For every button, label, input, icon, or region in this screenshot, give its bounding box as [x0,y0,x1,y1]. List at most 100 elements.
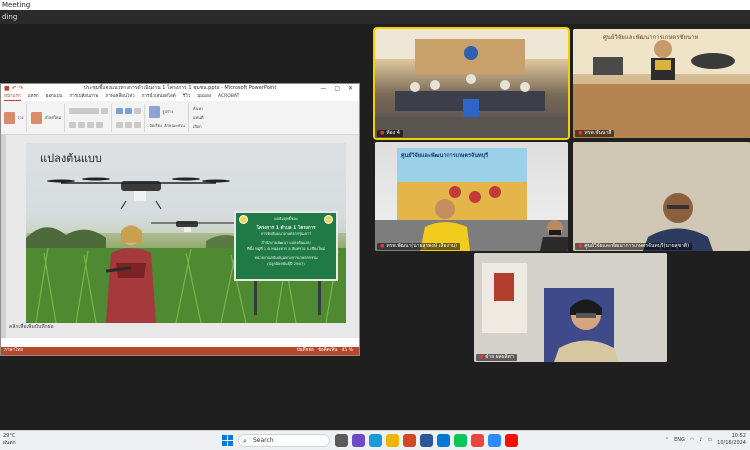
ppt-titlebar: ■ ↶ ↷ ประชุมชี้แจงแนวทางการดำเนินงาน 1 โ… [1,84,359,93]
current-slide[interactable]: แปลงต้นแบบ ผลสัมฤทธิ์ของ โครงการ 1 ตำบล … [26,143,346,323]
ppt-zoom-level[interactable]: 45 % [342,348,353,353]
taskbar-search-box[interactable]: ⌕ Search [238,434,330,447]
arrange-label[interactable]: จัดเรียง [149,122,162,129]
slide-thumbnail-pane[interactable] [1,135,6,338]
bullets-icon[interactable] [116,107,124,114]
tile3-banner-text: ศูนย์วิจัยและพัฒนาการเกษตรจันทบุรี [401,153,489,159]
office-video [573,29,750,138]
volume-icon[interactable]: ♪ [699,437,702,443]
tile2-sign-text: ศูนย์วิจัยและพัฒนาการเกษตรชัยนาท [603,34,699,41]
video-tile-3[interactable]: ศูนย์วิจัยและพัฒนาการเกษตรจันทบุรี ● ทรพ.… [375,142,568,251]
search-placeholder: Search [253,437,274,444]
zoom-icon[interactable] [488,434,501,447]
line-icon[interactable] [454,434,467,447]
font-name-select[interactable] [69,107,100,114]
ppt-tab-review[interactable]: รีวิว [183,93,190,101]
align-center-icon[interactable] [125,121,133,128]
ribbon-paragraph-group [116,103,146,132]
font-size-select[interactable] [101,107,109,114]
weather-widget[interactable]: 29°C ฝนตก [3,433,16,447]
card-title: โครงการ 1 ตำบล 1 โครงการ [256,226,316,231]
bold-icon[interactable] [69,121,77,128]
ppt-status-bar: ภาษาไทย บันทึกย่อ ข้อคิดเห็น 45 % [1,347,359,355]
windows-taskbar: 29°C ฝนตก ⌕ Search ⌃ ENG ◠ ♪ ▭ 10:52 10/… [0,430,750,450]
indent-icon[interactable] [134,107,142,114]
video-tile-2[interactable]: ศูนย์วิจัยและพัฒนาการเกษตรชัยนาท ● ทรพ.ชั… [573,29,750,138]
acrobat-icon[interactable] [505,434,518,447]
ppt-tab-insert[interactable]: แทรก [28,93,39,101]
ppt-tab-view[interactable]: มุมมอง [197,93,211,101]
mail-icon[interactable] [437,434,450,447]
ppt-window-controls[interactable]: — ▢ ✕ [320,84,356,93]
ppt-tab-animations[interactable]: ภาพเคลื่อนไหว [105,93,134,101]
new-slide-icon[interactable] [31,111,43,124]
clock-time: 10:52 [731,433,746,439]
quick-styles-label[interactable]: ลักษณะด่วน [164,122,185,129]
taskbar-clock[interactable]: 10:52 10/16/2024 [717,433,746,447]
battery-icon[interactable]: ▭ [707,437,712,443]
ppt-title-text: ประชุมชี้แจงแนวทางการดำเนินงาน 1 โครงการ… [83,85,277,91]
shared-powerpoint-window[interactable]: ■ ↶ ↷ ประชุมชี้แจงแนวทางการดำเนินงาน 1 โ… [0,83,360,356]
weather-temp: 29°C [3,433,16,439]
slide-info-card: ผลสัมฤทธิ์ของ โครงการ 1 ตำบล 1 โครงการ ก… [234,211,338,281]
ppt-tab-acrobat[interactable]: ACROBAT [218,93,239,101]
weather-desc: ฝนตก [3,440,16,446]
paste-icon[interactable] [4,111,15,124]
taskbar-pinned-apps [335,434,518,447]
ppt-tab-transitions[interactable]: การเปลี่ยนภาพ [69,93,98,101]
ppt-tab-slideshow[interactable]: การนำเสนอสไลด์ [142,93,176,101]
ppt-quick-access-icon[interactable]: ■ ↶ ↷ [4,84,24,93]
shapes-icon[interactable] [149,105,161,118]
shapes-label: รูปร่าง [162,109,174,115]
video-tile-1[interactable]: ● ห้อง 4 [373,27,570,140]
find-label[interactable]: ค้นหา [193,105,203,112]
strikethrough-icon[interactable] [96,121,104,128]
ppt-tab-design[interactable]: ออกแบบ [46,93,63,101]
select-label[interactable]: เลือก [193,123,202,130]
ppt-comments-button[interactable]: ข้อคิดเห็น [318,348,337,353]
system-tray: ⌃ ENG ◠ ♪ ▭ 10:52 10/16/2024 [665,433,746,447]
video-tile-5[interactable]: ● ฝ่าย ผลผลิตฯ [474,253,667,362]
italic-icon[interactable] [78,121,86,128]
slide-notes-area[interactable]: คลิกเพื่อเพิ่มบันทึกย่อ [9,323,54,331]
underline-icon[interactable] [87,121,95,128]
participant-video [474,253,667,362]
department-logo-icon [324,215,333,224]
teams-icon[interactable] [352,434,365,447]
card-line-5: (ปลูกอ้อยพันธุ์ปี 2567) [267,261,305,266]
participant-name-tag: ● ทรพ.พัฒนา(นายสุรพงษ์ เสืองาม) [377,243,461,250]
ppt-tab-home[interactable]: หน้าแรก [4,93,21,101]
farmer-figure [105,225,156,323]
ppt-notes-button[interactable]: บันทึกย่อ [297,348,314,353]
sign-post-left [254,281,257,315]
participant-name-tag: ● ห้อง 4 [377,130,403,137]
tray-lang[interactable]: ENG [674,437,685,443]
muted-mic-icon: ● [380,243,385,249]
clock-date: 10/16/2024 [717,440,746,446]
participant-name-tag: ● ฝ่าย ผลผลิตฯ [476,354,517,361]
tray-chevron-icon[interactable]: ⌃ [665,437,669,443]
file-explorer-icon[interactable] [386,434,399,447]
muted-mic-icon: ● [380,130,385,136]
ribbon-editing-group: ค้นหา แทนที่ เลือก [193,104,207,132]
task-view-icon[interactable] [335,434,348,447]
ribbon-drawing-group: รูปร่าง จัดเรียง ลักษณะด่วน [149,103,189,132]
sharing-bar: ding [0,10,750,24]
powerpoint-icon[interactable] [403,434,416,447]
slide-title: แปลงต้นแบบ [40,152,102,165]
numbering-icon[interactable] [125,107,133,114]
align-left-icon[interactable] [116,121,124,128]
video-tile-4[interactable]: ● ศูนย์วิจัยและพัฒนาการเกษตรจันทบุรี(นายส… [573,142,750,251]
ppt-ribbon-tabs: หน้าแรก แทรก ออกแบบ การเปลี่ยนภาพ ภาพเคล… [1,93,359,101]
card-line-1: การจัดสัมมนาเกษตรกรรุ่นเยาว์ [260,231,312,236]
replace-label[interactable]: แทนที่ [193,114,204,121]
ribbon-slides-group: สไลด์ใหม่ [31,103,66,132]
start-button-icon[interactable] [222,435,233,446]
conference-room-video [375,29,568,138]
word-icon[interactable] [420,434,433,447]
edge-icon[interactable] [369,434,382,447]
align-right-icon[interactable] [134,121,142,128]
search-icon: ⌕ [243,437,247,445]
chrome-icon[interactable] [471,434,484,447]
wifi-icon[interactable]: ◠ [690,437,694,443]
